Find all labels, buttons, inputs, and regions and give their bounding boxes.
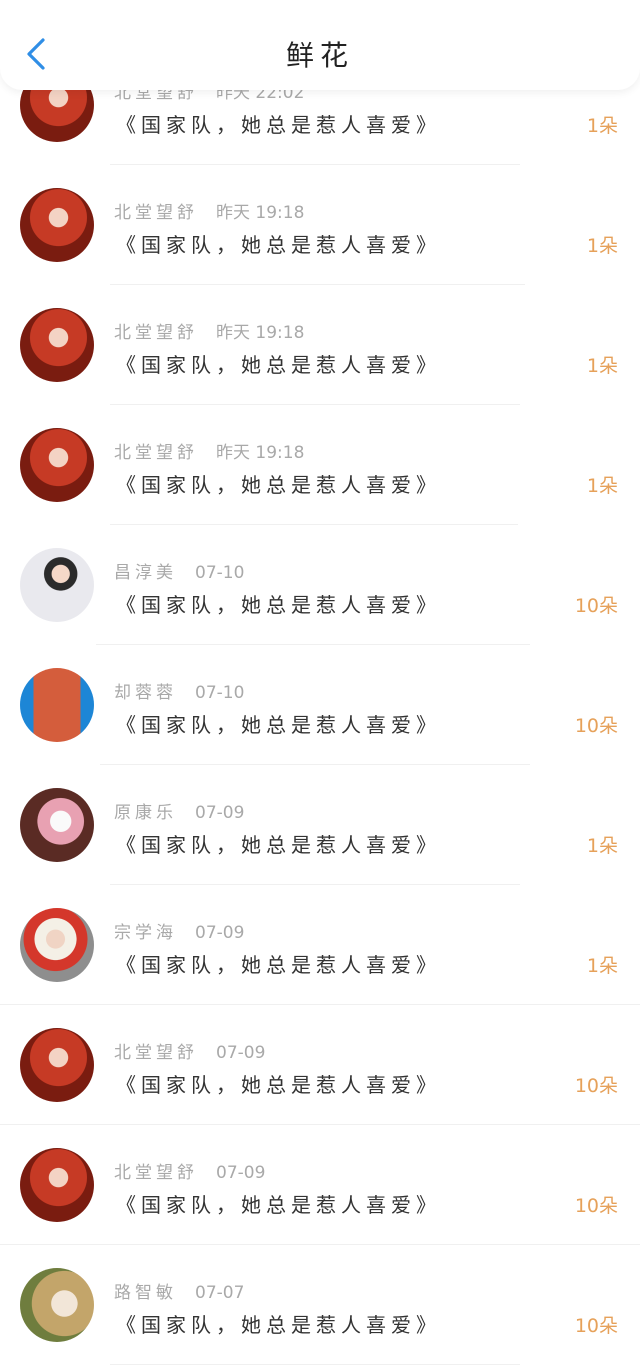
flower-count: 1朵	[586, 115, 618, 137]
item-meta: 宗学海 07-09	[114, 918, 244, 943]
flower-list: 北堂望舒 昨天 22:02 《国家队，她总是惹人喜爱》 1朵 北堂望舒 昨天 19:18 《…	[0, 45, 640, 1365]
timestamp: 07-07	[195, 1283, 245, 1303]
list-item[interactable]: 北堂望舒 07-09 《国家队，她总是惹人喜爱》 10朵	[0, 1125, 640, 1245]
sender-name: 北堂望舒	[114, 1043, 198, 1063]
flower-count: 1朵	[586, 835, 618, 857]
timestamp: 07-09	[216, 1163, 266, 1183]
article-title: 《国家队，她总是惹人喜爱》	[116, 473, 441, 497]
article-title: 《国家队，她总是惹人喜爱》	[116, 1193, 441, 1217]
redhead-avatar[interactable]	[20, 188, 94, 262]
item-meta: 北堂望舒 昨天 19:18	[114, 318, 304, 343]
sender-name: 原康乐	[114, 803, 177, 823]
flower-count: 10朵	[574, 715, 618, 737]
flower-count: 1朵	[586, 355, 618, 377]
item-meta: 昌淳美 07-10	[114, 558, 244, 583]
flower-count: 1朵	[586, 475, 618, 497]
redhead-avatar[interactable]	[20, 308, 94, 382]
list-item[interactable]: 北堂望舒 昨天 19:18 《国家队，她总是惹人喜爱》 1朵	[0, 285, 640, 405]
header-bar: 鲜花	[0, 0, 640, 90]
article-title: 《国家队，她总是惹人喜爱》	[116, 1313, 441, 1337]
flower-count: 10朵	[574, 1315, 618, 1337]
redhead-avatar[interactable]	[20, 428, 94, 502]
list-item[interactable]: 昌淳美 07-10 《国家队，她总是惹人喜爱》 10朵	[0, 525, 640, 645]
child-avatar[interactable]	[20, 908, 94, 982]
sender-name: 却蓉蓉	[114, 683, 177, 703]
article-title: 《国家队，她总是惹人喜爱》	[116, 1073, 441, 1097]
sender-name: 北堂望舒	[114, 443, 198, 463]
girl-avatar[interactable]	[20, 1268, 94, 1342]
timestamp: 昨天 19:18	[216, 323, 305, 343]
screen: 北堂望舒 昨天 22:02 《国家队，她总是惹人喜爱》 1朵 北堂望舒 昨天 19:18 《…	[0, 0, 640, 1372]
article-title: 《国家队，她总是惹人喜爱》	[116, 593, 441, 617]
list-item[interactable]: 原康乐 07-09 《国家队，她总是惹人喜爱》 1朵	[0, 765, 640, 885]
timestamp: 07-09	[216, 1043, 266, 1063]
item-meta: 原康乐 07-09	[114, 798, 244, 823]
page-title: 鲜花	[285, 39, 354, 72]
list-item[interactable]: 北堂望舒 昨天 19:18 《国家队，她总是惹人喜爱》 1朵	[0, 165, 640, 285]
list-item[interactable]: 北堂望舒 昨天 19:18 《国家队，她总是惹人喜爱》 1朵	[0, 405, 640, 525]
timestamp: 昨天 19:18	[216, 203, 305, 223]
list-item[interactable]: 北堂望舒 07-09 《国家队，她总是惹人喜爱》 10朵	[0, 1005, 640, 1125]
sender-name: 北堂望舒	[114, 203, 198, 223]
article-title: 《国家队，她总是惹人喜爱》	[116, 353, 441, 377]
list-item[interactable]: 宗学海 07-09 《国家队，她总是惹人喜爱》 1朵	[0, 885, 640, 1005]
item-meta: 北堂望舒 昨天 19:18	[114, 198, 304, 223]
flower-count: 10朵	[574, 595, 618, 617]
sender-name: 路智敏	[114, 1283, 177, 1303]
list-item[interactable]: 路智敏 07-07 《国家队，她总是惹人喜爱》 10朵	[0, 1245, 640, 1365]
timestamp: 07-09	[195, 923, 245, 943]
timestamp: 07-10	[195, 563, 245, 583]
article-title: 《国家队，她总是惹人喜爱》	[116, 833, 441, 857]
article-title: 《国家队，她总是惹人喜爱》	[116, 233, 441, 257]
item-meta: 北堂望舒 07-09	[114, 1158, 265, 1183]
flower-count: 1朵	[586, 955, 618, 977]
flower-count: 1朵	[586, 235, 618, 257]
item-meta: 却蓉蓉 07-10	[114, 678, 244, 703]
sender-name: 北堂望舒	[114, 323, 198, 343]
item-meta: 路智敏 07-07	[114, 1278, 244, 1303]
sender-name: 昌淳美	[114, 563, 177, 583]
item-meta: 北堂望舒 07-09	[114, 1038, 265, 1063]
article-title: 《国家队，她总是惹人喜爱》	[116, 953, 441, 977]
timestamp: 昨天 19:18	[216, 443, 305, 463]
article-title: 《国家队，她总是惹人喜爱》	[116, 713, 441, 737]
sender-name: 北堂望舒	[114, 1163, 198, 1183]
divider	[110, 1364, 520, 1365]
redhead-avatar[interactable]	[20, 1028, 94, 1102]
redhead-avatar[interactable]	[20, 1148, 94, 1222]
flower-count: 10朵	[574, 1195, 618, 1217]
timestamp: 07-10	[195, 683, 245, 703]
timestamp: 07-09	[195, 803, 245, 823]
list-item[interactable]: 却蓉蓉 07-10 《国家队，她总是惹人喜爱》 10朵	[0, 645, 640, 765]
article-title: 《国家队，她总是惹人喜爱》	[116, 113, 441, 137]
shop-avatar[interactable]	[20, 668, 94, 742]
item-meta: 北堂望舒 昨天 19:18	[114, 438, 304, 463]
woman-white-avatar[interactable]	[20, 548, 94, 622]
frame-avatar[interactable]	[20, 788, 94, 862]
sender-name: 宗学海	[114, 923, 177, 943]
flower-count: 10朵	[574, 1075, 618, 1097]
